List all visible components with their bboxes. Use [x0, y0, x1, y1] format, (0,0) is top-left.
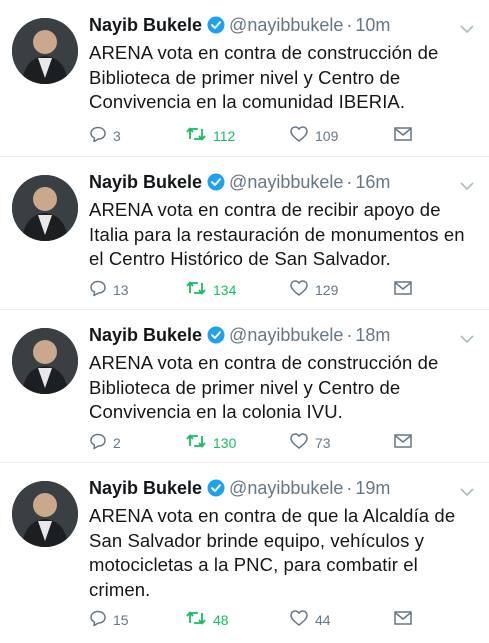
tweet-timestamp[interactable]: 18m	[355, 325, 390, 345]
direct-message-button[interactable]	[393, 125, 413, 147]
verified-icon	[207, 478, 225, 504]
reply-button[interactable]: 13	[89, 279, 129, 301]
like-icon	[289, 125, 309, 148]
author-handle[interactable]: @nayibbukele	[229, 15, 343, 35]
direct-message-button[interactable]	[393, 432, 413, 454]
tweet-text: ARENA vota en contra de construcción de …	[89, 352, 439, 423]
reply-count: 15	[113, 612, 129, 628]
separator-dot: ·	[346, 172, 353, 192]
like-button[interactable]: 44	[289, 609, 331, 631]
tweet-text: ARENA vota en contra de construcción de …	[89, 42, 439, 113]
avatar[interactable]	[12, 18, 78, 84]
reply-icon	[89, 432, 107, 455]
message-icon	[393, 280, 413, 301]
reply-button[interactable]: 15	[89, 609, 129, 631]
author-name[interactable]: Nayib Bukele	[89, 325, 202, 345]
retweet-count: 134	[213, 282, 237, 298]
avatar[interactable]	[12, 175, 78, 241]
author-name[interactable]: Nayib Bukele	[89, 15, 202, 35]
reply-button[interactable]: 2	[89, 432, 121, 454]
reply-icon	[89, 609, 107, 632]
reply-count: 2	[113, 435, 121, 451]
like-icon	[289, 432, 309, 455]
retweet-count: 112	[213, 128, 236, 144]
tweet-card[interactable]: Nayib Bukele @nayibbukele · 18m ARENA vota …	[0, 310, 489, 463]
direct-message-button[interactable]	[393, 609, 413, 631]
tweet-timestamp[interactable]: 19m	[355, 478, 390, 498]
like-icon	[289, 609, 309, 632]
author-name[interactable]: Nayib Bukele	[89, 478, 202, 498]
chevron-down-icon[interactable]	[459, 326, 475, 352]
reply-icon	[89, 125, 107, 148]
tweet-text: ARENA vota en contra de que la Alcaldía …	[89, 505, 456, 600]
author-name[interactable]: Nayib Bukele	[89, 172, 202, 192]
tweet-actions: 15 48 44	[89, 609, 477, 631]
avatar[interactable]	[12, 328, 78, 394]
retweet-count: 48	[213, 612, 229, 628]
chevron-down-icon[interactable]	[459, 479, 475, 505]
tweet-card[interactable]: Nayib Bukele @nayibbukele · 10m ARENA vota …	[0, 0, 489, 157]
retweet-button[interactable]: 48	[185, 609, 229, 631]
verified-icon	[207, 325, 225, 351]
retweet-button[interactable]: 112	[185, 125, 235, 147]
reply-button[interactable]: 3	[89, 125, 121, 147]
retweet-icon	[185, 609, 207, 632]
tweet-timestamp[interactable]: 16m	[355, 172, 390, 192]
like-count: 109	[315, 128, 339, 144]
tweet-card[interactable]: Nayib Bukele @nayibbukele · 16m ARENA vota …	[0, 157, 489, 310]
separator-dot: ·	[346, 15, 353, 35]
reply-count: 3	[113, 128, 121, 144]
tweet-card[interactable]: Nayib Bukele @nayibbukele · 19m ARENA vota …	[0, 463, 489, 643]
tweet-actions: 13 134 129	[89, 279, 477, 301]
separator-dot: ·	[346, 325, 353, 345]
like-count: 129	[315, 282, 339, 298]
chevron-down-icon[interactable]	[459, 173, 475, 199]
like-count: 44	[315, 612, 331, 628]
separator-dot: ·	[346, 478, 353, 498]
tweet-text: ARENA vota en contra de recibir apoyo de…	[89, 199, 465, 270]
retweet-icon	[185, 279, 207, 302]
author-handle[interactable]: @nayibbukele	[229, 172, 343, 192]
like-button[interactable]: 129	[289, 279, 338, 301]
like-button[interactable]: 109	[289, 125, 338, 147]
tweet-actions: 2 130 73	[89, 432, 477, 454]
tweet-feed: Nayib Bukele @nayibbukele · 10m ARENA vota …	[0, 0, 489, 643]
retweet-button[interactable]: 134	[185, 279, 236, 301]
chevron-down-icon[interactable]	[459, 16, 475, 42]
retweet-icon	[185, 432, 207, 455]
tweet-timestamp[interactable]: 10m	[355, 15, 390, 35]
author-handle[interactable]: @nayibbukele	[229, 325, 343, 345]
tweet-actions: 3 112 109	[89, 125, 477, 147]
retweet-button[interactable]: 130	[185, 432, 236, 454]
message-icon	[393, 610, 413, 631]
verified-icon	[207, 172, 225, 198]
avatar[interactable]	[12, 481, 78, 547]
retweet-icon	[185, 125, 207, 148]
author-handle[interactable]: @nayibbukele	[229, 478, 343, 498]
like-count: 73	[315, 435, 331, 451]
message-icon	[393, 433, 413, 454]
like-button[interactable]: 73	[289, 432, 331, 454]
reply-count: 13	[113, 282, 129, 298]
verified-icon	[207, 15, 225, 41]
retweet-count: 130	[213, 435, 237, 451]
direct-message-button[interactable]	[393, 279, 413, 301]
message-icon	[393, 126, 413, 147]
reply-icon	[89, 279, 107, 302]
like-icon	[289, 279, 309, 302]
